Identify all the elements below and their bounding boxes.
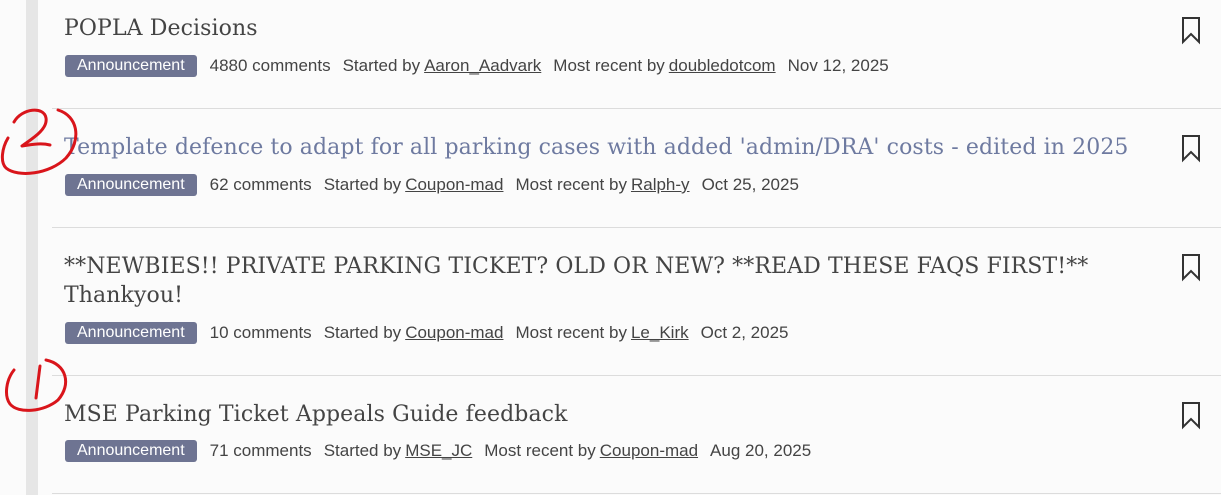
thread-title[interactable]: MSE Parking Ticket Appeals Guide feedbac… — [64, 400, 1154, 429]
announcement-badge: Announcement — [65, 174, 197, 196]
last-activity-date: Oct 2, 2025 — [700, 323, 789, 342]
thread-meta: Announcement 10 comments Started by Coup… — [65, 321, 789, 345]
started-by-user-link[interactable]: Coupon-mad — [405, 175, 503, 195]
thread-meta: Announcement 62 comments Started by Coup… — [65, 173, 799, 197]
thread-meta: Announcement 4880 comments Started by Aa… — [65, 54, 889, 78]
announcement-badge: Announcement — [65, 55, 197, 77]
most-recent-label: Most recent by — [484, 441, 596, 460]
thread-meta: Announcement 71 comments Started by MSE_… — [65, 439, 811, 463]
announcement-badge: Announcement — [65, 440, 197, 462]
comment-count: 62 comments — [209, 175, 312, 194]
thread-row: POPLA Decisions Announcement 4880 commen… — [52, 0, 1221, 109]
thread-title[interactable]: **NEWBIES!! PRIVATE PARKING TICKET? OLD … — [64, 252, 1154, 310]
comment-count: 71 comments — [209, 441, 312, 460]
comment-count: 10 comments — [209, 323, 312, 342]
thread-list: POPLA Decisions Announcement 4880 commen… — [52, 0, 1221, 495]
bookmark-icon[interactable] — [1179, 400, 1203, 430]
most-recent-user-link[interactable]: Coupon-mad — [600, 441, 698, 461]
thread-row: MSE Parking Ticket Appeals Guide feedbac… — [52, 376, 1221, 494]
comment-count: 4880 comments — [209, 56, 331, 75]
most-recent-user-link[interactable]: Le_Kirk — [631, 323, 689, 343]
started-by-label: Started by — [342, 56, 421, 75]
last-activity-date: Nov 12, 2025 — [787, 56, 889, 75]
started-by-label: Started by — [323, 323, 402, 342]
most-recent-label: Most recent by — [515, 323, 627, 342]
most-recent-user-link[interactable]: Ralph-y — [631, 175, 690, 195]
started-by-user-link[interactable]: Aaron_Aadvark — [424, 56, 541, 76]
bookmark-icon[interactable] — [1179, 252, 1203, 282]
thread-title[interactable]: Template defence to adapt for all parkin… — [64, 133, 1154, 162]
announcement-badge: Announcement — [65, 322, 197, 344]
started-by-label: Started by — [323, 441, 402, 460]
started-by-user-link[interactable]: MSE_JC — [405, 441, 472, 461]
thread-title[interactable]: POPLA Decisions — [64, 14, 1154, 43]
most-recent-label: Most recent by — [553, 56, 665, 75]
thread-row: **NEWBIES!! PRIVATE PARKING TICKET? OLD … — [52, 228, 1221, 376]
bookmark-icon[interactable] — [1179, 15, 1203, 45]
last-activity-date: Oct 25, 2025 — [701, 175, 799, 194]
thread-row: Template defence to adapt for all parkin… — [52, 109, 1221, 228]
last-activity-date: Aug 20, 2025 — [710, 441, 812, 460]
bookmark-icon[interactable] — [1179, 133, 1203, 163]
most-recent-user-link[interactable]: doubledotcom — [669, 56, 776, 76]
left-rail — [26, 0, 38, 495]
started-by-user-link[interactable]: Coupon-mad — [405, 323, 503, 343]
most-recent-label: Most recent by — [515, 175, 627, 194]
started-by-label: Started by — [323, 175, 402, 194]
